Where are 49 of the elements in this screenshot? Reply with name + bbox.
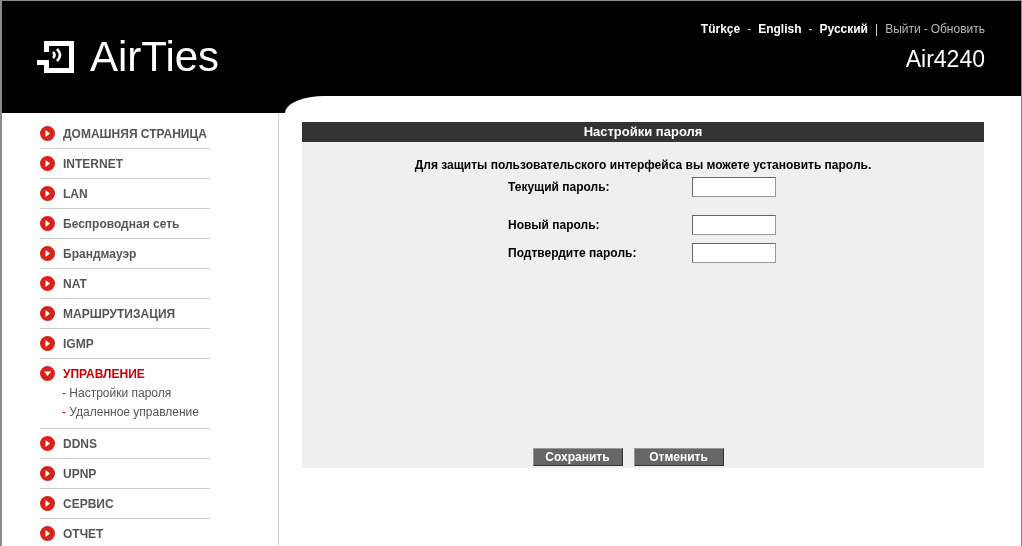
sidebar-item[interactable]: СЕРВИС [63, 496, 114, 511]
sidebar-item[interactable]: ОТЧЕТ [63, 526, 104, 541]
caret-right-circle-icon [40, 436, 55, 451]
form-button[interactable]: Отменить [633, 448, 724, 466]
caret-right-circle-icon [40, 156, 55, 171]
divider: | [875, 22, 879, 36]
sidebar-item[interactable]: МАРШРУТИЗАЦИЯ [63, 306, 176, 321]
caret-right-circle-icon [40, 276, 55, 291]
form-button[interactable]: Сохранить [532, 448, 623, 466]
separator: - [808, 22, 813, 36]
password-field[interactable] [692, 215, 776, 235]
caret-right-circle-icon [40, 466, 55, 481]
separator: - [923, 22, 928, 36]
intro-text: Для защиты пользовательского интерфейса вы можете установить пароль. [413, 158, 873, 172]
separator: - [747, 22, 752, 36]
sidebar-subitem[interactable]: - Настройки пароля [40, 384, 210, 403]
field-label: Подтвердите пароль: [508, 246, 638, 260]
sidebar-item[interactable]: Брандмауэр [63, 246, 137, 261]
sidebar-item[interactable]: УПРАВЛЕНИЕ [63, 366, 145, 381]
password-field[interactable] [692, 177, 776, 197]
logout-link[interactable]: Выйти [885, 22, 921, 36]
caret-down-circle-icon [40, 366, 55, 381]
sidebar-item[interactable]: ДОМАШНЯЯ СТРАНИЦА [63, 126, 207, 141]
logo-text: AirTies [90, 33, 220, 81]
language-link[interactable]: Русский [819, 22, 868, 36]
caret-right-circle-icon [40, 496, 55, 511]
caret-right-circle-icon [40, 306, 55, 321]
sidebar-item[interactable]: DDNS [63, 436, 97, 451]
sidebar-item[interactable]: INTERNET [63, 156, 123, 171]
model-name: Air4240 [905, 46, 985, 73]
sidebar-item[interactable]: IGMP [63, 336, 94, 351]
caret-right-circle-icon [40, 526, 55, 541]
caret-right-circle-icon [40, 336, 55, 351]
panel-title: Настройки пароля [302, 122, 984, 142]
language-link[interactable]: English [758, 22, 802, 36]
sidebar-subitem[interactable]: - Удаленное управление [40, 403, 210, 422]
caret-right-circle-icon [40, 186, 55, 201]
language-link[interactable]: Türkçe [700, 22, 741, 36]
field-label: Новый пароль: [508, 218, 601, 232]
sidebar-item[interactable]: LAN [63, 186, 88, 201]
refresh-link[interactable]: Обновить [930, 22, 985, 36]
sidebar-item[interactable]: Беспроводная сеть [63, 216, 180, 231]
sidebar-item[interactable]: UPNP [63, 466, 97, 481]
password-field[interactable] [692, 243, 776, 263]
caret-right-circle-icon [40, 216, 55, 231]
sidebar-item[interactable]: NAT [63, 276, 87, 291]
caret-right-circle-icon [40, 246, 55, 261]
field-label: Текущий пароль: [508, 180, 611, 194]
caret-right-circle-icon [40, 126, 55, 141]
